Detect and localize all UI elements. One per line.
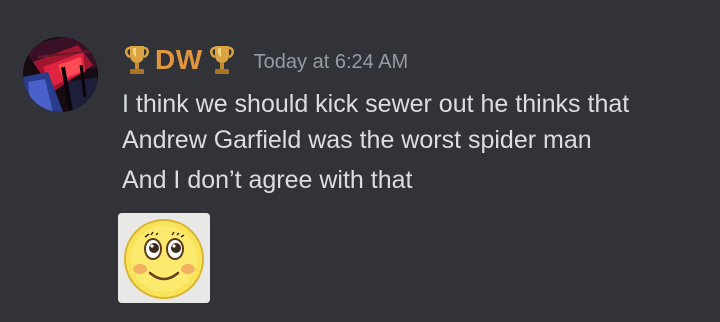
author-username[interactable]: DW bbox=[155, 44, 203, 76]
trophy-icon bbox=[123, 43, 151, 77]
trophy-icon bbox=[208, 43, 236, 77]
message-header: DW Today at 6:24 AM bbox=[123, 40, 408, 80]
chat-message: DW Today at 6:24 AM I think we should ki… bbox=[0, 0, 720, 322]
message-timestamp[interactable]: Today at 6:24 AM bbox=[254, 51, 409, 74]
message-text-line: Andrew Garfield was the worst spider man bbox=[122, 126, 592, 154]
message-content: I think we should kick sewer out he thin… bbox=[122, 86, 712, 198]
message-text-line: I think we should kick sewer out he thin… bbox=[122, 90, 630, 118]
message-text-line: And I don’t agree with that bbox=[122, 166, 413, 194]
smiley-emoji-image[interactable] bbox=[118, 213, 210, 303]
user-avatar[interactable] bbox=[23, 37, 98, 112]
